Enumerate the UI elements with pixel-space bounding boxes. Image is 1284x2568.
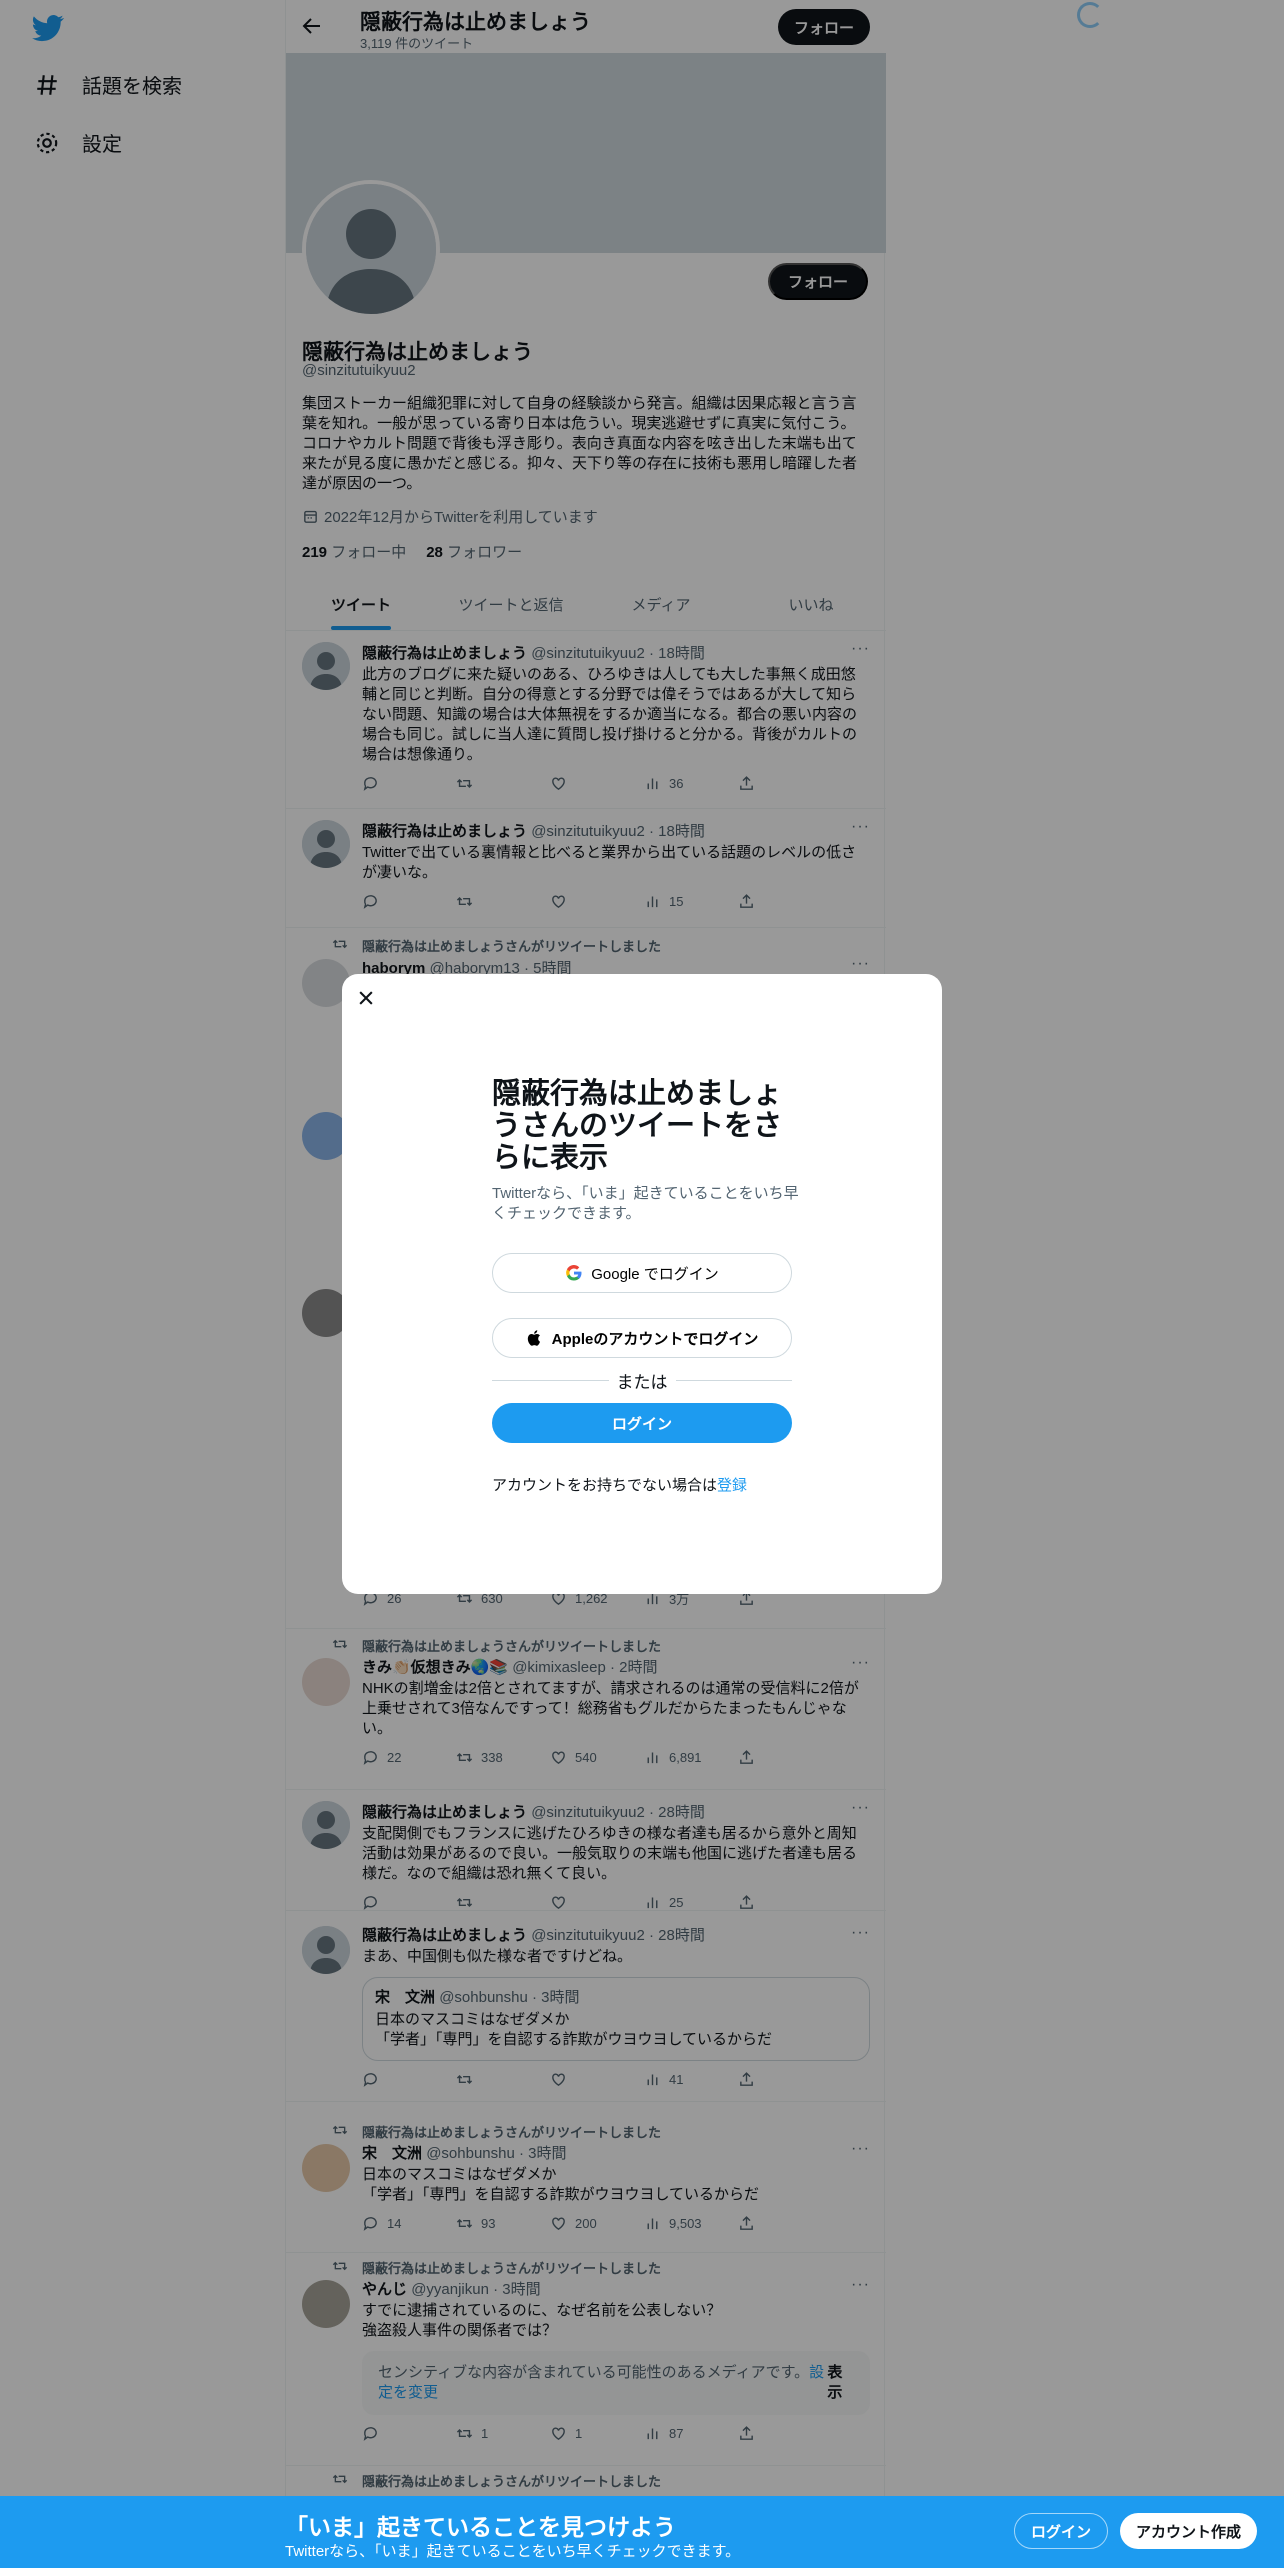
signup-prompt: アカウントをお持ちでない場合は登録 — [492, 1477, 748, 1494]
apple-login-button[interactable]: Appleのアカウントでログイン — [492, 1318, 792, 1358]
signup-link[interactable]: 登録 — [717, 1477, 747, 1494]
login-prompt-modal: 隠蔽行為は止めましょうさんのツイートをさらに表示 Twitterなら、「いま」起… — [342, 974, 942, 1594]
bottom-login-button[interactable]: ログイン — [1014, 2513, 1109, 2549]
or-divider: または — [492, 1368, 792, 1393]
google-login-button[interactable]: Google でログイン — [492, 1253, 792, 1293]
close-icon[interactable] — [356, 988, 376, 1008]
bottom-signup-bar: 「いま」起きていることを見つけよう Twitterなら、「いま」起きていることを… — [0, 2496, 1284, 2568]
create-account-button[interactable]: アカウント作成 — [1120, 2513, 1258, 2549]
login-button[interactable]: ログイン — [492, 1403, 792, 1443]
bottom-bar-title: 「いま」起きていることを見つけよう — [285, 2514, 676, 2540]
app-root: 話題を検索 設定 隠蔽行為は止めましょう 3,119 件のツイート フォロー フ… — [0, 0, 1284, 2568]
apple-icon — [527, 1330, 540, 1346]
bottom-bar-subtitle: Twitterなら、「いま」起きていることをいち早くチェックできます。 — [285, 2543, 741, 2560]
modal-subtitle: Twitterなら、「いま」起きていることをいち早くチェックできます。 — [492, 1185, 799, 1222]
google-icon — [566, 1265, 582, 1281]
modal-title: 隠蔽行為は止めましょうさんのツイートをさらに表示 — [492, 1078, 783, 1174]
